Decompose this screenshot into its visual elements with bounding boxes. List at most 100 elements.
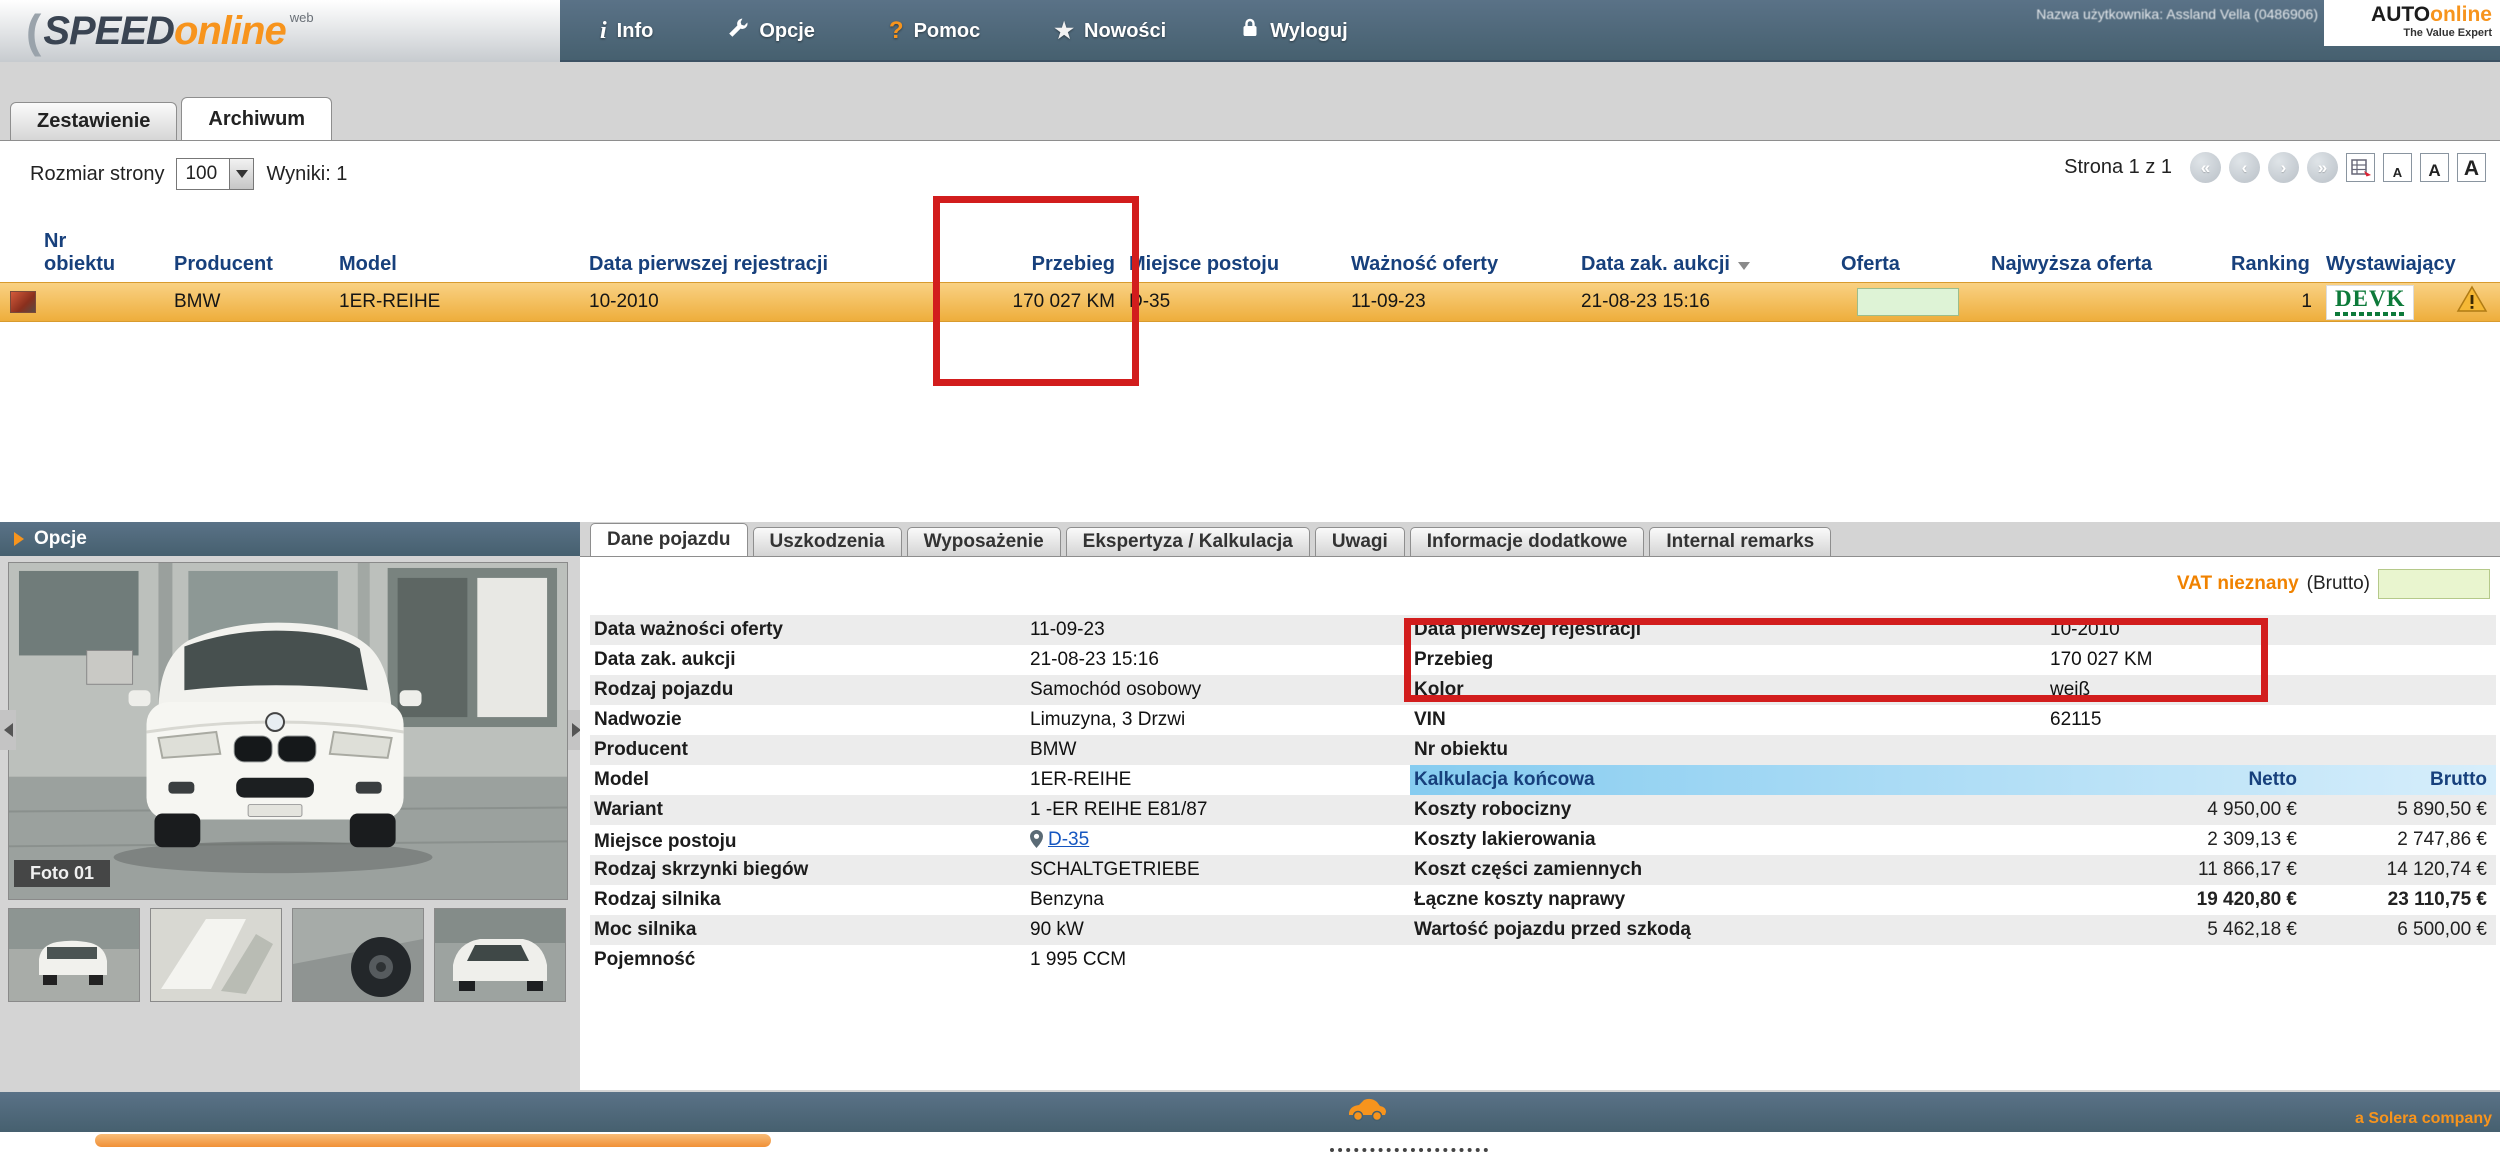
- col-header-data-rejestracji[interactable]: Data pierwszej rejestracji: [585, 253, 950, 276]
- tab-informacje-dodatkowe[interactable]: Informacje dodatkowe: [1410, 527, 1645, 556]
- col-header-producent[interactable]: Producent: [170, 253, 335, 276]
- tab-label: Wyposażenie: [924, 531, 1044, 553]
- tab-dane-pojazdu[interactable]: Dane pojazdu: [590, 523, 748, 556]
- cell-miejsce-postoju: D-35: [1125, 291, 1347, 313]
- offer-input-box[interactable]: [1857, 288, 1959, 316]
- tab-label: Dane pojazdu: [607, 529, 731, 551]
- menu-item-nowosci[interactable]: ★ Nowości: [1054, 18, 1166, 44]
- vehicle-photo[interactable]: [8, 562, 568, 900]
- cell-ranking: 1: [2227, 291, 2322, 313]
- detail-label: VIN: [1410, 705, 2050, 735]
- chevron-down-icon: [236, 170, 248, 178]
- tab-label: Zestawienie: [37, 110, 150, 133]
- calc-netto: 5 462,18 €: [2050, 915, 2305, 945]
- detail-row: Moc silnika90 kW: [590, 915, 1412, 945]
- vat-value-box[interactable]: [2378, 569, 2490, 599]
- thumbnail-1[interactable]: [8, 908, 140, 1002]
- autoonline-brand-logo: AUTOonline The Value Expert: [2324, 0, 2500, 46]
- export-button[interactable]: [2346, 153, 2375, 182]
- brand-online-text: online: [2430, 3, 2492, 26]
- tab-internal-remarks[interactable]: Internal remarks: [1649, 527, 1831, 556]
- table-header-row: Nr obiektu Producent Model Data pierwsze…: [0, 224, 2500, 282]
- next-page-button[interactable]: ›: [2268, 152, 2299, 183]
- chevron-right-icon: [14, 532, 24, 546]
- menu-item-pomoc[interactable]: ? Pomoc: [889, 17, 980, 45]
- detail-value: 21-08-23 15:16: [1030, 645, 1412, 675]
- detail-label: Model: [590, 765, 1030, 795]
- menu-item-opcje[interactable]: Opcje: [727, 17, 815, 45]
- detail-label: Data ważności oferty: [590, 615, 1030, 645]
- photo-prev-button[interactable]: [0, 710, 16, 750]
- col-header-ranking[interactable]: Ranking: [2227, 253, 2322, 276]
- detail-value: 11-09-23: [1030, 615, 1412, 645]
- font-size-small-button[interactable]: A: [2383, 153, 2412, 182]
- menu-item-label: Opcje: [759, 20, 815, 43]
- page-size-select[interactable]: 100: [176, 158, 254, 190]
- last-page-icon: »: [2318, 158, 2327, 178]
- col-header-przebieg[interactable]: Przebieg: [950, 253, 1125, 276]
- thumbnail-3-image: [293, 909, 423, 1001]
- devk-logo-subtext: [2335, 312, 2405, 316]
- tab-archiwum[interactable]: Archiwum: [181, 97, 332, 140]
- main-menu: i Info Opcje ? Pomoc ★ Nowości Wyloguj: [600, 0, 1348, 62]
- detail-row: Rodzaj pojazduSamochód osobowy: [590, 675, 1412, 705]
- calc-brutto: 6 500,00 €: [2305, 915, 2495, 945]
- tab-ekspertyza-kalkulacja[interactable]: Ekspertyza / Kalkulacja: [1066, 527, 1310, 556]
- options-bar[interactable]: Opcje: [0, 522, 580, 556]
- location-link[interactable]: D-35: [1048, 829, 1089, 850]
- menu-item-label: Nowości: [1084, 20, 1166, 43]
- brand-auto-text: AUTO: [2371, 3, 2430, 26]
- menu-item-info[interactable]: i Info: [600, 18, 653, 45]
- menu-item-label: Wyloguj: [1270, 20, 1347, 43]
- detail-value: 62115: [2050, 705, 2495, 735]
- tab-wyposazenie[interactable]: Wyposażenie: [907, 527, 1061, 556]
- detail-row: Data zak. aukcji21-08-23 15:16: [590, 645, 1412, 675]
- col-header-data-zak-aukcji[interactable]: Data zak. aukcji: [1577, 253, 1837, 276]
- table-row[interactable]: BMW 1ER-REIHE 10-2010 170 027 KM D-35 11…: [0, 282, 2500, 322]
- detail-value: weiß: [2050, 675, 2495, 705]
- username-label: Nazwa użytkownika: Assland Vella (048690…: [2036, 6, 2318, 22]
- brand-tagline: The Value Expert: [2332, 27, 2492, 39]
- cell-producent: BMW: [170, 291, 335, 313]
- detail-row: Data ważności oferty11-09-23: [590, 615, 1412, 645]
- prev-page-button[interactable]: ‹: [2229, 152, 2260, 183]
- options-bar-label: Opcje: [34, 528, 87, 550]
- font-a-icon: A: [2393, 166, 2402, 179]
- col-header-waznosc-oferty[interactable]: Ważność oferty: [1347, 253, 1577, 276]
- select-button[interactable]: [229, 159, 253, 189]
- calc-label: Łączne koszty naprawy: [1410, 885, 2050, 915]
- menu-item-label: Pomoc: [914, 20, 981, 43]
- thumbnail-4[interactable]: [434, 908, 566, 1002]
- tab-zestawienie[interactable]: Zestawienie: [10, 102, 177, 140]
- tab-uszkodzenia[interactable]: Uszkodzenia: [753, 527, 902, 556]
- col-header-miejsce-postoju[interactable]: Miejsce postoju: [1125, 253, 1347, 276]
- col-header-oferta[interactable]: Oferta: [1837, 253, 1987, 276]
- details-left-column: Data ważności oferty11-09-23 Data zak. a…: [590, 615, 1412, 975]
- font-size-large-button[interactable]: A: [2457, 153, 2486, 182]
- thumbnail-3[interactable]: [292, 908, 424, 1002]
- info-icon: i: [600, 18, 607, 45]
- warning-icon[interactable]: [2456, 285, 2488, 314]
- detail-value: 1ER-REIHE: [1030, 765, 1412, 795]
- col-header-wystawiajacy[interactable]: Wystawiający: [2322, 253, 2452, 276]
- devk-logo: DEVK: [2326, 285, 2414, 320]
- col-header-nr-obiektu[interactable]: Nr obiektu: [40, 230, 126, 276]
- calculation-row: Koszty lakierowania2 309,13 €2 747,86 €: [1410, 825, 2496, 855]
- prev-page-icon: ‹: [2242, 158, 2248, 178]
- last-page-button[interactable]: »: [2307, 152, 2338, 183]
- cell-oferta: [1837, 288, 1987, 316]
- netto-header: Netto: [2050, 765, 2305, 795]
- first-page-button[interactable]: «: [2190, 152, 2221, 183]
- tab-uwagi[interactable]: Uwagi: [1315, 527, 1405, 556]
- detail-label: Rodzaj pojazdu: [590, 675, 1030, 705]
- thumbnail-2[interactable]: [150, 908, 282, 1002]
- detail-label: Miejsce postoju: [590, 827, 1030, 857]
- col-header-model[interactable]: Model: [335, 253, 585, 276]
- col-header-najwyzsza-oferta[interactable]: Najwyższa oferta: [1987, 253, 2227, 276]
- menu-item-wyloguj[interactable]: Wyloguj: [1240, 17, 1347, 45]
- tab-label: Informacje dodatkowe: [1427, 531, 1628, 553]
- vat-row: VAT nieznany (Brutto): [2177, 569, 2490, 599]
- detail-row: Kolorweiß: [1410, 675, 2496, 705]
- font-size-medium-button[interactable]: A: [2420, 153, 2449, 182]
- detail-label: Data pierwszej rejestracji: [1410, 615, 2050, 645]
